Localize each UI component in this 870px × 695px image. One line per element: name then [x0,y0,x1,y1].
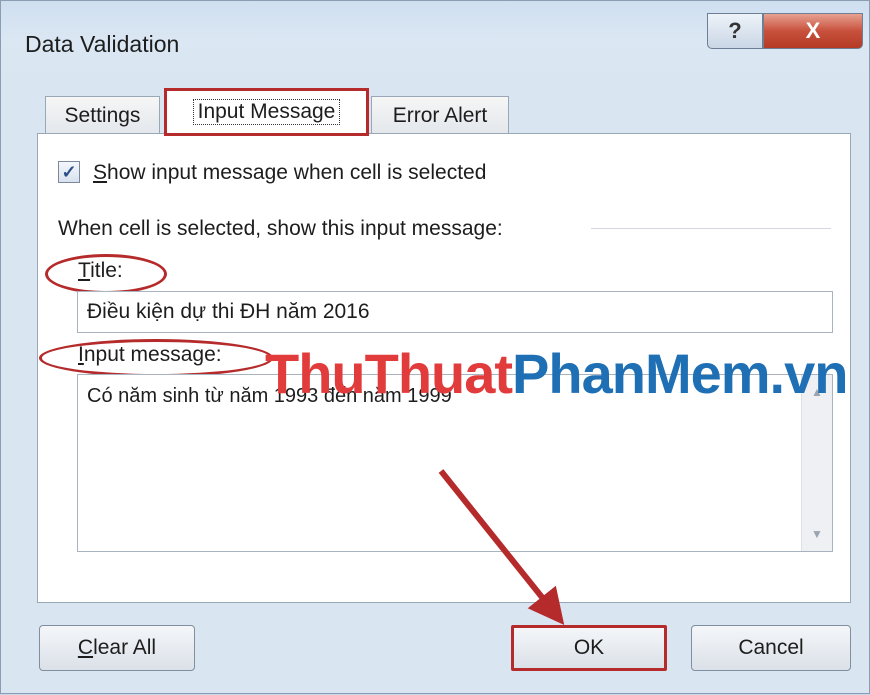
help-icon: ? [728,18,742,43]
watermark: ThuThuatPhanMem.vn [265,341,848,406]
close-icon: X [805,18,821,43]
cancel-button[interactable]: Cancel [691,625,851,671]
clear-all-label: lear All [93,636,157,659]
tab-settings[interactable]: Settings [45,96,160,134]
tab-error-alert[interactable]: Error Alert [371,96,509,134]
show-message-checkbox[interactable]: ✓ [58,161,80,183]
title-label: Title: [78,259,123,283]
scroll-down-icon[interactable]: ▼ [802,527,832,541]
watermark-part2: PhanMem.vn [512,342,848,405]
close-button[interactable]: X [763,13,863,49]
section-divider [591,228,831,229]
tab-settings-label: Settings [64,103,141,127]
show-message-label[interactable]: Show input message when cell is selected [93,161,486,185]
show-message-label-accesskey: S [93,161,108,184]
ok-button[interactable]: OK [511,625,667,671]
data-validation-dialog: Data Validation ? X Settings Input Messa… [0,0,870,694]
tab-input-message[interactable]: Input Message [164,88,369,136]
show-message-label-text: how input message when cell is selected [107,161,487,184]
help-button[interactable]: ? [707,13,763,49]
message-label: Input message: [78,343,222,367]
checkmark-icon: ✓ [61,161,77,182]
tab-error-alert-label: Error Alert [392,103,488,127]
clear-all-button[interactable]: Clear All [39,625,195,671]
dialog-title: Data Validation [25,31,180,57]
tab-input-message-label: Input Message [192,99,341,125]
section-label: When cell is selected, show this input m… [58,217,503,240]
title-input[interactable]: Điều kiện dự thi ĐH năm 2016 [77,291,833,333]
watermark-part1: ThuThuat [265,342,513,405]
clear-all-accesskey: C [77,636,94,659]
title-label-accesskey: T [78,259,91,282]
title-label-text: itle: [90,259,123,282]
message-label-text: nput message: [83,343,222,366]
